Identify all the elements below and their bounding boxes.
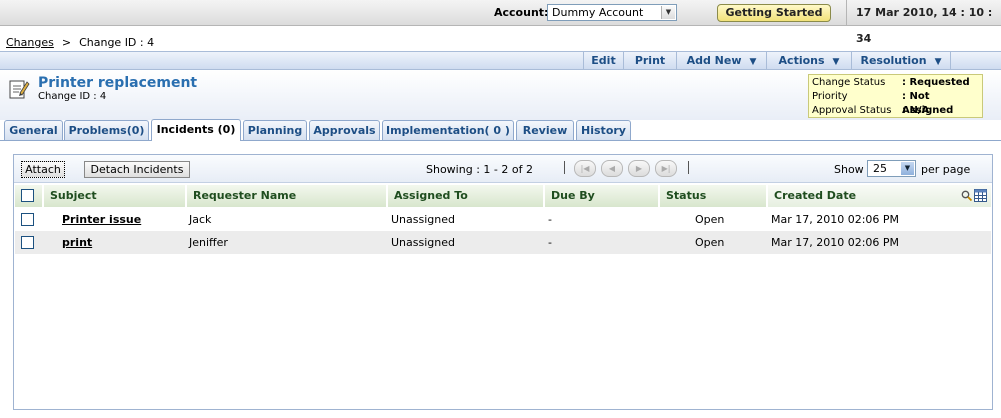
incidents-toolbar: Attach Detach Incidents Showing : 1 - 2 … (14, 155, 992, 183)
tab-history[interactable]: History (576, 120, 631, 140)
status-row: Priority: Not Assigned (811, 90, 980, 116)
tab-implementation[interactable]: Implementation( 0 ) (382, 120, 514, 140)
tab-problems[interactable]: Problems(0) (64, 120, 149, 140)
pager-divider (688, 161, 689, 174)
column-status[interactable]: Status (660, 185, 768, 207)
row-checkbox[interactable] (21, 213, 34, 226)
table-row[interactable]: print Jeniffer Unassigned - Open Mar 17,… (15, 231, 991, 254)
breadcrumb-separator: > (61, 36, 72, 49)
incident-subject-link[interactable]: Printer issue (62, 208, 141, 231)
row-checkbox[interactable] (21, 236, 34, 249)
account-select-value: Dummy Account (552, 6, 644, 19)
tab-general[interactable]: General (4, 120, 63, 140)
per-page-label: per page (921, 163, 971, 176)
table-row[interactable]: Printer issue Jack Unassigned - Open Mar… (15, 208, 991, 231)
prev-page-icon[interactable]: ◀ (601, 160, 623, 177)
column-assigned-to[interactable]: Assigned To (388, 185, 545, 207)
actions-button[interactable]: Actions ▼ (766, 52, 851, 69)
column-created-date-label: Created Date (774, 189, 857, 202)
incidents-panel: Attach Detach Incidents Showing : 1 - 2 … (13, 154, 993, 410)
page-title: Printer replacement (38, 75, 198, 91)
requester-cell: Jack (189, 213, 212, 226)
caret-down-icon: ▼ (749, 57, 757, 67)
edit-label: Edit (591, 54, 616, 67)
print-label: Print (634, 54, 666, 67)
status-key: Change Status (812, 77, 886, 88)
add-new-button[interactable]: Add New ▼ (676, 52, 766, 69)
due-cell: - (548, 236, 552, 249)
breadcrumb: Changes > Change ID : 4 (6, 36, 154, 49)
getting-started-button[interactable]: Getting Started (717, 4, 831, 22)
per-page-value: 25 (873, 162, 887, 175)
account-select[interactable]: Dummy Account ▼ (547, 4, 677, 21)
tab-incidents[interactable]: Incidents (0) (151, 119, 241, 141)
edit-note-icon (9, 80, 30, 99)
status-row: Approval Status : N/A (811, 104, 980, 118)
attach-button[interactable]: Attach (21, 161, 65, 178)
resolution-button[interactable]: Resolution ▼ (851, 52, 951, 69)
column-subject[interactable]: Subject (44, 185, 187, 207)
show-label: Show (834, 163, 864, 176)
edit-button[interactable]: Edit (583, 52, 623, 69)
assigned-cell: Unassigned (391, 213, 455, 226)
column-chooser-icon[interactable] (974, 189, 987, 202)
actions-label: Actions (778, 54, 825, 67)
column-requester[interactable]: Requester Name (187, 185, 388, 207)
pager-divider (564, 161, 565, 174)
last-page-icon[interactable]: ▶| (655, 160, 677, 177)
current-datetime: 17 Mar 2010, 14 : 10 : 34 (846, 0, 1001, 45)
breadcrumb-current: Change ID : 4 (79, 36, 155, 49)
table-header: Subject Requester Name Assigned To Due B… (15, 185, 991, 207)
change-header: Printer replacement Change ID : 4 Change… (0, 70, 1001, 120)
status-key: Priority (812, 91, 848, 102)
status-cell: Open (695, 213, 725, 226)
change-id: Change ID : 4 (38, 91, 107, 102)
resolution-label: Resolution (860, 54, 927, 67)
breadcrumb-changes-link[interactable]: Changes (6, 36, 54, 49)
status-row: Change Status : Requested (811, 76, 980, 90)
paging-info: Showing : 1 - 2 of 2 (426, 163, 533, 176)
caret-down-icon: ▼ (934, 57, 942, 67)
tab-planning[interactable]: Planning (243, 120, 307, 140)
first-page-icon[interactable]: |◀ (574, 160, 596, 177)
column-created-date[interactable]: Created Date (768, 185, 991, 207)
account-label: Account: (494, 6, 549, 19)
select-all-cell (15, 185, 44, 207)
status-key: Approval Status (812, 105, 892, 116)
chevron-down-icon: ▼ (901, 162, 914, 175)
requester-cell: Jeniffer (189, 236, 228, 249)
detach-incidents-button[interactable]: Detach Incidents (84, 161, 190, 178)
top-bar: Account: Dummy Account ▼ Getting Started… (0, 0, 1001, 45)
action-bar: Edit Print Add New ▼ Actions ▼ Resolution ▼ (0, 51, 1001, 70)
next-page-icon[interactable]: ▶ (628, 160, 650, 177)
created-cell: Mar 17, 2010 02:06 PM (771, 213, 900, 226)
tab-review[interactable]: Review (516, 120, 574, 140)
per-page-select[interactable]: 25 ▼ (867, 160, 916, 177)
status-summary: Change Status : Requested Priority: Not A… (808, 74, 983, 118)
tab-approvals[interactable]: Approvals (309, 120, 380, 140)
tab-bar: General Problems(0) Incidents (0) Planni… (0, 119, 1001, 141)
status-value: : N/A (902, 105, 930, 116)
add-new-label: Add New (686, 54, 742, 67)
due-cell: - (548, 213, 552, 226)
status-value: : Requested (902, 77, 970, 88)
status-cell: Open (695, 236, 725, 249)
caret-down-icon: ▼ (832, 57, 840, 67)
created-cell: Mar 17, 2010 02:06 PM (771, 236, 900, 249)
chevron-down-icon: ▼ (661, 6, 675, 19)
search-icon[interactable] (961, 190, 972, 201)
select-all-checkbox[interactable] (21, 189, 34, 202)
incident-subject-link[interactable]: print (62, 231, 92, 254)
print-button[interactable]: Print (623, 52, 676, 69)
assigned-cell: Unassigned (391, 236, 455, 249)
column-due-by[interactable]: Due By (545, 185, 660, 207)
